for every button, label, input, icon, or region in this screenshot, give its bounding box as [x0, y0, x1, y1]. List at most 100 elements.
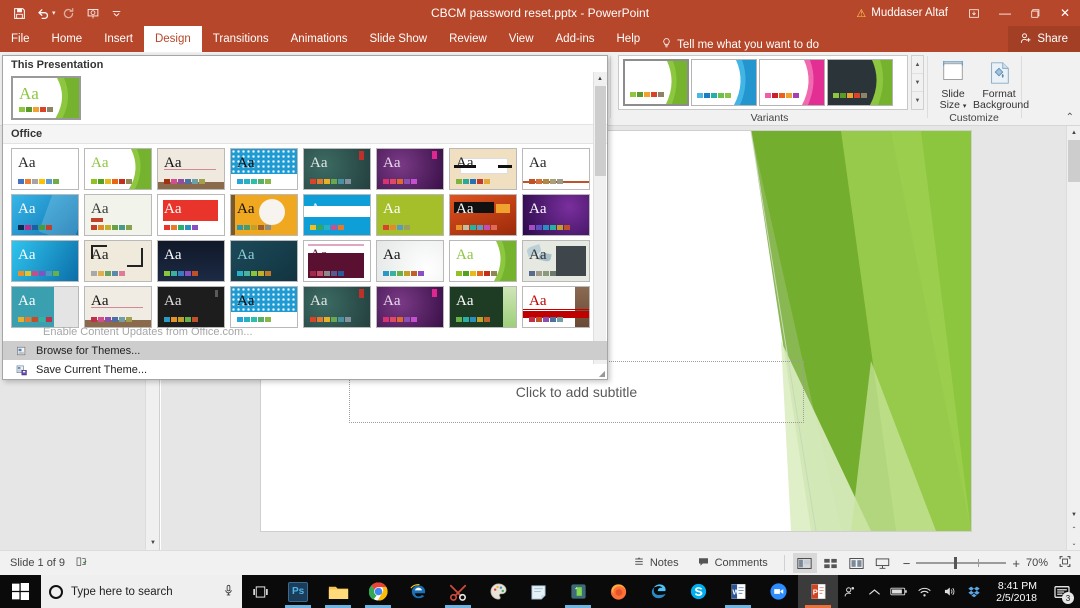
variant-dark[interactable]: [827, 59, 893, 106]
battery-icon[interactable]: [888, 575, 910, 608]
minimize-button[interactable]: —: [990, 0, 1020, 26]
collapse-ribbon-icon[interactable]: ⌃: [1066, 112, 1074, 123]
zoom-slider[interactable]: [916, 557, 1007, 569]
microphone-icon[interactable]: [223, 584, 234, 600]
theme-thumb-parallax[interactable]: Aa: [303, 240, 371, 282]
notes-button[interactable]: Notes: [625, 552, 687, 574]
dropbox-icon[interactable]: [963, 575, 985, 608]
undo-icon[interactable]: [32, 2, 54, 24]
canvas-scrollbar[interactable]: ▲ ▼ ⌃ ⌄: [1066, 126, 1080, 550]
canvas-scroll-down-icon[interactable]: ▼: [1067, 508, 1080, 522]
tab-help[interactable]: Help: [606, 26, 652, 52]
slide-indicator[interactable]: Slide 1 of 9: [10, 557, 65, 569]
taskbar-app-snipping-tool[interactable]: [438, 575, 478, 608]
tab-view[interactable]: View: [498, 26, 545, 52]
wifi-icon[interactable]: [913, 575, 935, 608]
variant-pink[interactable]: [759, 59, 825, 106]
theme-thumb-savon[interactable]: Aa: [522, 240, 590, 282]
tab-design[interactable]: Design: [143, 26, 202, 52]
taskbar-app-file-explorer[interactable]: [318, 575, 358, 608]
customize-qat-icon[interactable]: [106, 2, 128, 24]
tab-add-ins[interactable]: Add-ins: [545, 26, 606, 52]
theme-thumb-berlin[interactable]: Aa: [230, 148, 298, 190]
theme-thumb-celestial[interactable]: Aa: [303, 148, 371, 190]
theme-thumb-headlines[interactable]: Aa: [303, 194, 371, 236]
start-slideshow-icon[interactable]: [82, 2, 104, 24]
format-background-button[interactable]: Format Background: [973, 56, 1029, 111]
theme-thumb-ion[interactable]: Aa: [449, 194, 517, 236]
tab-transitions[interactable]: Transitions: [202, 26, 280, 52]
theme-thumb-depth[interactable]: Aa: [449, 148, 517, 190]
save-icon[interactable]: [8, 2, 30, 24]
gallery-scroll-up-icon[interactable]: ▲: [593, 72, 607, 85]
tab-insert[interactable]: Insert: [93, 26, 144, 52]
close-button[interactable]: ✕: [1050, 0, 1080, 26]
zoom-out-button[interactable]: −: [903, 556, 911, 571]
taskbar-clock[interactable]: 8:41 PM 2/5/2018: [988, 580, 1045, 604]
theme-thumb-ion-boardroom[interactable]: Aa: [522, 194, 590, 236]
variant-blue[interactable]: [691, 59, 757, 106]
account-info[interactable]: ⚠ Muddaser Altaf: [856, 7, 958, 20]
fit-to-window-icon[interactable]: [1058, 555, 1072, 571]
theme-thumb-droplet[interactable]: Aa: [11, 194, 79, 236]
taskbar-app-internet-explorer[interactable]: [398, 575, 438, 608]
taskbar-app-paint[interactable]: [478, 575, 518, 608]
reading-view-button[interactable]: [845, 553, 869, 573]
gallery-scrollbar[interactable]: ▲ ▼: [593, 72, 607, 364]
volume-icon[interactable]: [938, 575, 960, 608]
theme-thumb-damask[interactable]: Aa: [376, 148, 444, 190]
taskbar-app-microsoft-edge[interactable]: [638, 575, 678, 608]
share-button[interactable]: Share: [1008, 26, 1080, 52]
canvas-next-slide-icon[interactable]: ⌄: [1067, 536, 1080, 550]
variants-scroll-buttons[interactable]: ▲ ▼ ▼: [911, 55, 924, 110]
canvas-scroll-up-icon[interactable]: ▲: [1067, 126, 1080, 140]
task-view-icon[interactable]: [242, 575, 278, 608]
tab-slide-show[interactable]: Slide Show: [359, 26, 439, 52]
zoom-level[interactable]: 70%: [1026, 557, 1048, 569]
theme-thumb-mesh[interactable]: Aa: [84, 240, 152, 282]
variants-scroll-up-icon[interactable]: ▲: [912, 56, 923, 74]
slide-sorter-button[interactable]: [819, 553, 843, 573]
people-icon[interactable]: [838, 575, 860, 608]
gallery-scroll-thumb[interactable]: [594, 86, 606, 176]
taskbar-app-mozilla-firefox[interactable]: [598, 575, 638, 608]
variant-green[interactable]: [622, 58, 690, 107]
theme-thumb-organic[interactable]: Aa: [230, 240, 298, 282]
theme-thumb-facet-light[interactable]: Aa: [84, 194, 152, 236]
taskbar-app-google-chrome[interactable]: [358, 575, 398, 608]
slide-show-button[interactable]: [871, 553, 895, 573]
tab-file[interactable]: File: [0, 26, 41, 52]
variants-more-icon[interactable]: ▼: [912, 92, 923, 109]
show-hidden-icons-icon[interactable]: [863, 575, 885, 608]
theme-thumb-gallery[interactable]: Aa: [230, 194, 298, 236]
tab-home[interactable]: Home: [41, 26, 94, 52]
taskbar-app-zoom[interactable]: [758, 575, 798, 608]
theme-thumb-facet[interactable]: Aa: [84, 148, 152, 190]
theme-thumb-madison[interactable]: Aa: [11, 240, 79, 282]
restore-button[interactable]: [1020, 0, 1050, 26]
taskbar-app-skype[interactable]: [678, 575, 718, 608]
theme-thumb-retrospect[interactable]: Aa: [449, 240, 517, 282]
theme-thumb-integral[interactable]: Aa: [376, 194, 444, 236]
action-center-icon[interactable]: 3: [1048, 575, 1076, 608]
menu-save-current-theme[interactable]: Save Current Theme...: [3, 360, 607, 379]
taskbar-app-sticky-notes[interactable]: [518, 575, 558, 608]
ribbon-display-options-icon[interactable]: [958, 0, 990, 26]
tell-me-search[interactable]: Tell me what you want to do: [651, 37, 829, 52]
canvas-scroll-thumb[interactable]: [1068, 140, 1080, 182]
normal-view-button[interactable]: [792, 553, 817, 573]
theme-thumb-frame[interactable]: Aa: [157, 194, 225, 236]
slide-size-button[interactable]: Slide Size ▾: [931, 56, 975, 112]
theme-thumb-office-theme[interactable]: Aa: [11, 148, 79, 190]
taskbar-app-photoshop[interactable]: Ps: [278, 575, 318, 608]
undo-dropdown-caret[interactable]: ▾: [52, 9, 56, 17]
comments-button[interactable]: Comments: [689, 552, 776, 574]
theme-thumb-quotable[interactable]: Aa: [376, 240, 444, 282]
theme-thumb-current[interactable]: Aa: [10, 75, 82, 121]
taskbar-app-evernote[interactable]: [558, 575, 598, 608]
zoom-in-button[interactable]: +: [1012, 556, 1020, 571]
accessibility-check-icon[interactable]: [75, 556, 88, 571]
theme-thumb-wisp[interactable]: Aa: [157, 148, 225, 190]
search-input[interactable]: Type here to search: [41, 575, 243, 608]
gallery-resize-grip[interactable]: ◢: [599, 369, 605, 378]
